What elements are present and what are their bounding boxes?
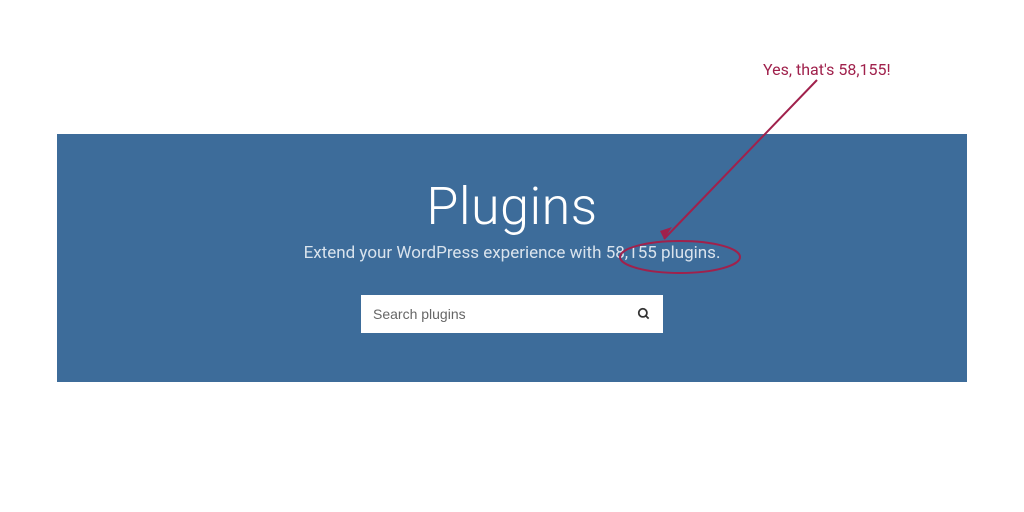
subtitle-suffix: plugins. xyxy=(657,243,721,263)
annotation-text: Yes, that's 58,155! xyxy=(763,60,891,79)
search-input[interactable] xyxy=(373,306,637,322)
plugin-count: 58,155 xyxy=(606,243,657,263)
plugins-banner: Plugins Extend your WordPress experience… xyxy=(57,134,967,382)
search-icon[interactable] xyxy=(637,307,651,321)
subtitle-prefix: Extend your WordPress experience with xyxy=(304,243,606,263)
page-title: Plugins xyxy=(426,176,597,237)
search-box[interactable] xyxy=(361,295,663,333)
page-subtitle: Extend your WordPress experience with 58… xyxy=(304,243,721,263)
